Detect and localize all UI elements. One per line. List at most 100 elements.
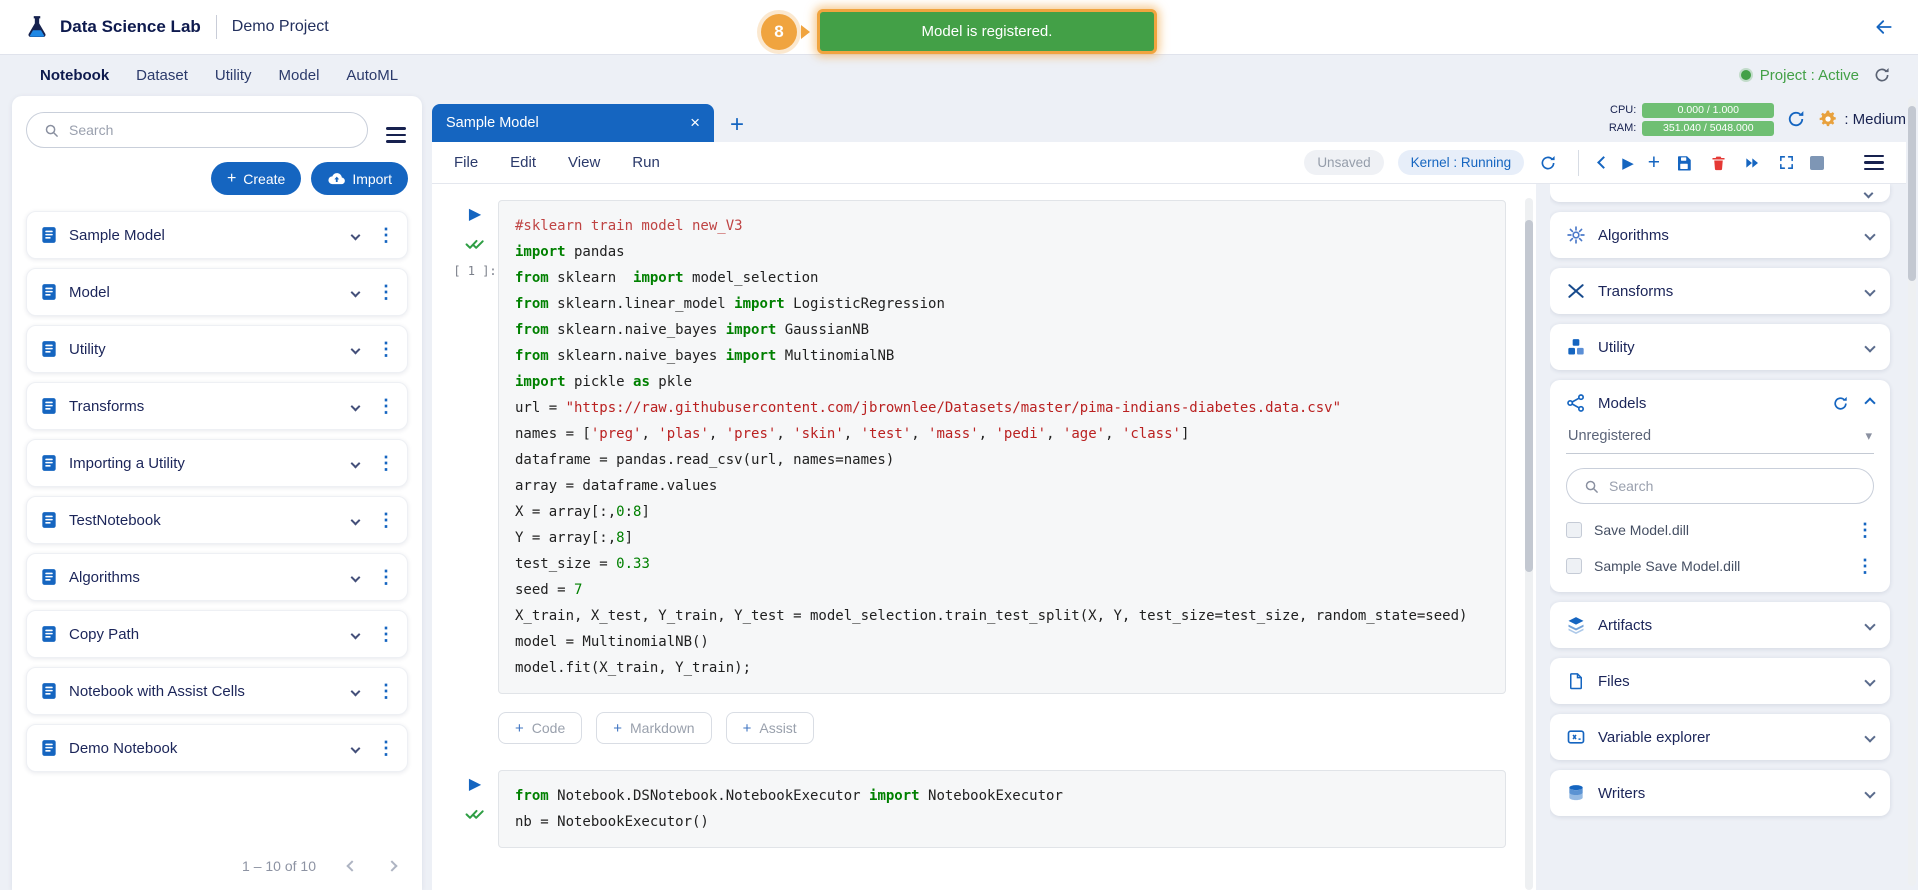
- chevron-down-icon[interactable]: [351, 572, 361, 582]
- kebab-menu-icon[interactable]: ⋮: [377, 511, 395, 529]
- section-variable-explorer[interactable]: Variable explorer: [1550, 714, 1890, 760]
- notebook-list-item[interactable]: Sample Model ⋮: [26, 211, 408, 259]
- kebab-menu-icon[interactable]: ⋮: [377, 340, 395, 358]
- notebook-list-item[interactable]: Algorithms ⋮: [26, 553, 408, 601]
- notebook-list-item[interactable]: Importing a Utility ⋮: [26, 439, 408, 487]
- kebab-menu-icon[interactable]: ⋮: [377, 283, 395, 301]
- collapse-left-button[interactable]: [1599, 158, 1608, 167]
- section-transforms[interactable]: Transforms: [1550, 268, 1890, 314]
- chevron-down-icon[interactable]: [351, 344, 361, 354]
- chevron-down-icon[interactable]: [351, 458, 361, 468]
- tab-model[interactable]: Model: [279, 67, 320, 84]
- model-filter-select[interactable]: Unregistered ▾: [1566, 426, 1874, 454]
- chevron-down-icon[interactable]: [351, 743, 361, 753]
- code-line[interactable]: model.fit(X_train, Y_train);: [515, 655, 1489, 681]
- chevron-down-icon[interactable]: [351, 686, 361, 696]
- code-line[interactable]: seed = 7: [515, 577, 1489, 603]
- section-artifacts[interactable]: Artifacts: [1550, 602, 1890, 648]
- code-line[interactable]: from sklearn.linear_model import Logisti…: [515, 291, 1489, 317]
- models-search[interactable]: [1566, 468, 1874, 504]
- chevron-down-icon[interactable]: [351, 515, 361, 525]
- instance-size[interactable]: : Medium: [1818, 109, 1906, 129]
- models-header[interactable]: Models: [1550, 380, 1890, 426]
- kebab-menu-icon[interactable]: ⋮: [1856, 521, 1874, 539]
- tab-dataset[interactable]: Dataset: [136, 67, 188, 84]
- code-line[interactable]: nb = NotebookExecutor(): [515, 809, 1489, 835]
- fullscreen-button[interactable]: [1776, 153, 1796, 173]
- notebook-list-item[interactable]: Transforms ⋮: [26, 382, 408, 430]
- model-item[interactable]: Save Model.dill ⋮: [1550, 512, 1890, 548]
- chevron-down-icon[interactable]: [351, 629, 361, 639]
- section-files[interactable]: Files: [1550, 658, 1890, 704]
- tab-utility[interactable]: Utility: [215, 67, 252, 84]
- code-line[interactable]: names = ['preg', 'plas', 'pres', 'skin',…: [515, 421, 1489, 447]
- restart-kernel-button[interactable]: [1538, 153, 1558, 173]
- kebab-menu-icon[interactable]: ⋮: [1856, 557, 1874, 575]
- import-button[interactable]: Import: [311, 162, 408, 195]
- code-line[interactable]: from sklearn import model_selection: [515, 265, 1489, 291]
- create-button[interactable]: + Create: [211, 162, 301, 195]
- code-line[interactable]: import pandas: [515, 239, 1489, 265]
- models-search-input[interactable]: [1609, 478, 1859, 494]
- code-line[interactable]: #sklearn train model new_V3: [515, 213, 1489, 239]
- notebook-list-item[interactable]: Notebook with Assist Cells ⋮: [26, 667, 408, 715]
- code-line[interactable]: X = array[:,0:8]: [515, 499, 1489, 525]
- kebab-menu-icon[interactable]: ⋮: [377, 397, 395, 415]
- chevron-down-icon[interactable]: [351, 287, 361, 297]
- sidebar-menu-button[interactable]: [384, 116, 408, 145]
- code-line[interactable]: X_train, X_test, Y_train, Y_test = model…: [515, 603, 1489, 629]
- model-item[interactable]: Sample Save Model.dill ⋮: [1550, 548, 1890, 584]
- notebook-list-item[interactable]: Utility ⋮: [26, 325, 408, 373]
- section-partially-scrolled[interactable]: [1550, 184, 1890, 202]
- kebab-menu-icon[interactable]: ⋮: [377, 226, 395, 244]
- panel-menu-button[interactable]: [1864, 155, 1884, 171]
- section-utility[interactable]: Utility: [1550, 324, 1890, 370]
- add-cell-button[interactable]: +: [1648, 152, 1660, 173]
- code-line[interactable]: from Notebook.DSNotebook.NotebookExecuto…: [515, 783, 1489, 809]
- run-button[interactable]: ▶: [1622, 154, 1634, 172]
- notebook-list-item[interactable]: Demo Notebook ⋮: [26, 724, 408, 772]
- tab-automl[interactable]: AutoML: [346, 67, 398, 84]
- code-line[interactable]: Y = array[:,8]: [515, 525, 1489, 551]
- scrollbar-thumb[interactable]: [1908, 106, 1916, 281]
- stop-button[interactable]: [1810, 156, 1824, 170]
- add-markdown-cell-button[interactable]: + Markdown: [596, 712, 711, 744]
- add-assist-cell-button[interactable]: + Assist: [726, 712, 814, 744]
- kebab-menu-icon[interactable]: ⋮: [377, 739, 395, 757]
- sidebar-search[interactable]: [26, 112, 368, 148]
- model-checkbox[interactable]: [1566, 522, 1582, 538]
- kebab-menu-icon[interactable]: ⋮: [377, 625, 395, 643]
- delete-button[interactable]: [1708, 153, 1728, 173]
- code-line[interactable]: from sklearn.naive_bayes import Gaussian…: [515, 317, 1489, 343]
- chevron-down-icon[interactable]: [351, 401, 361, 411]
- kebab-menu-icon[interactable]: ⋮: [377, 568, 395, 586]
- page-scrollbar[interactable]: [1908, 98, 1916, 886]
- editor-scrollbar[interactable]: [1525, 198, 1533, 890]
- notebook-list-item[interactable]: Model ⋮: [26, 268, 408, 316]
- open-notebook-tab[interactable]: Sample Model ×: [432, 104, 714, 142]
- scrollbar-thumb[interactable]: [1525, 220, 1533, 572]
- pagination-next-icon[interactable]: [386, 860, 397, 871]
- code-line[interactable]: url = "https://raw.githubusercontent.com…: [515, 395, 1489, 421]
- run-cell-button[interactable]: ▶: [469, 774, 481, 794]
- code-line[interactable]: model = MultinomialNB(): [515, 629, 1489, 655]
- kebab-menu-icon[interactable]: ⋮: [377, 682, 395, 700]
- chevron-down-icon[interactable]: [351, 230, 361, 240]
- notebook-list-item[interactable]: Copy Path ⋮: [26, 610, 408, 658]
- run-cell-button[interactable]: ▶: [469, 204, 481, 224]
- menu-file[interactable]: File: [454, 154, 478, 171]
- model-checkbox[interactable]: [1566, 558, 1582, 574]
- refresh-models-button[interactable]: [1830, 393, 1850, 413]
- close-tab-icon[interactable]: ×: [690, 113, 700, 133]
- new-tab-button[interactable]: +: [730, 113, 744, 137]
- code-editor-area[interactable]: from Notebook.DSNotebook.NotebookExecuto…: [498, 770, 1506, 848]
- sync-project-button[interactable]: [1872, 65, 1892, 85]
- save-button[interactable]: [1674, 153, 1694, 173]
- section-writers[interactable]: Writers: [1550, 770, 1890, 816]
- code-line[interactable]: dataframe = pandas.read_csv(url, names=n…: [515, 447, 1489, 473]
- code-editor-area[interactable]: #sklearn train model new_V3import pandas…: [498, 200, 1506, 694]
- menu-run[interactable]: Run: [632, 154, 660, 171]
- tab-notebook[interactable]: Notebook: [40, 67, 109, 84]
- code-line[interactable]: array = dataframe.values: [515, 473, 1489, 499]
- run-all-button[interactable]: [1742, 153, 1762, 173]
